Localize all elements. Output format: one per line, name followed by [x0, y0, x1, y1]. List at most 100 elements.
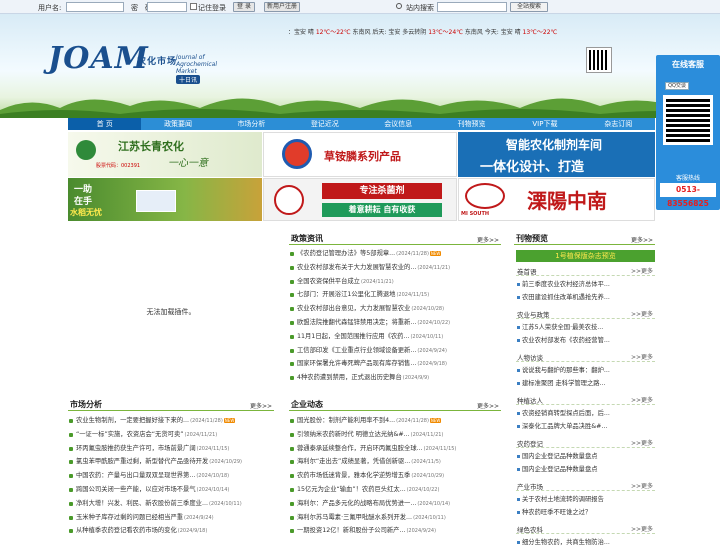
banner-rice[interactable]: 一助 在手 水稻无忧: [68, 178, 262, 221]
policy-item-title[interactable]: 农业农村部发布关于大力发展智慧农业的...: [297, 264, 416, 271]
preview-subsection-title[interactable]: 卷首语: [517, 266, 537, 276]
policy-item[interactable]: 欧盟法院推翻代森锰锌禁用决定；将重新...(2024/10/22): [289, 316, 501, 330]
nav-vip[interactable]: VIP下载: [508, 118, 581, 130]
market-item-title[interactable]: 氯虫苯甲酰胺严重过剩，新型替代产品亟待开发: [76, 458, 208, 465]
policy-item-title[interactable]: 七部门：开展浴江1公里化工腾退地: [297, 291, 395, 298]
enterprise-item-title[interactable]: 海利尔苏马霉素·三氟甲吡醚水系列开发...: [297, 514, 412, 521]
login-button[interactable]: 登 录: [233, 2, 255, 12]
enterprise-item[interactable]: 国光股份：制剂产能利用率不到4...(2024/11/28) NEW: [289, 414, 501, 428]
password-input[interactable]: [147, 2, 187, 12]
nav-home[interactable]: 首 页: [68, 118, 142, 130]
policy-item-title[interactable]: 11月1日起，全国范围推行应用《农药...: [297, 333, 409, 340]
enterprise-item-title[interactable]: 引领纳米农药新时代 明德立达光纳&#...: [297, 431, 410, 438]
preview-subsection-title[interactable]: 农药登记: [517, 438, 543, 448]
banner-glufosinate[interactable]: 草铵膦系列产品: [263, 132, 457, 177]
banner-zhongnan[interactable]: MI SOUTH 溧陽中南: [458, 178, 655, 221]
preview-subsection-more[interactable]: >>更多: [631, 438, 653, 447]
enterprise-item[interactable]: 15亿元为企业“输血”！农药巨头红太...(2024/10/22): [289, 483, 501, 497]
market-item-title[interactable]: 净利大增！兴发、利民、新农股份前三季度业...: [76, 500, 208, 507]
preview-item[interactable]: 关于农村土地流转的调研报告: [516, 493, 655, 506]
policy-item-title[interactable]: 工信部印发《工业重点行业领域设备更新...: [297, 347, 416, 354]
enterprise-item-title[interactable]: 蓉通泰承延续整合作，开启环丙氟虫胺全球...: [297, 445, 423, 452]
preview-subsection-title[interactable]: 人物访谈: [517, 352, 543, 362]
policy-item-title[interactable]: 欧盟法院推翻代森锰锌禁用决定；将重新...: [297, 319, 416, 326]
preview-item[interactable]: 农资经销商转型探点后面，后...: [516, 407, 655, 420]
enterprise-item[interactable]: 海利尔苏马霉素·三氟甲吡醚水系列开发...(2024/10/11): [289, 511, 501, 525]
magazine-banner[interactable]: 1号植保版杂志预览: [516, 250, 655, 262]
preview-item[interactable]: 农业农村部发布《农药经营管...: [516, 334, 655, 347]
preview-subsection-title[interactable]: 产业市场: [517, 481, 543, 491]
register-button[interactable]: 新用户注册: [264, 2, 300, 12]
enterprise-item-title[interactable]: 国光股份：制剂产能利用率不到4...: [297, 417, 395, 424]
search-button[interactable]: 全站搜索: [510, 2, 548, 12]
preview-item[interactable]: 深泰化工品牌大单品决胜&#...: [516, 420, 655, 433]
market-item-title[interactable]: 农业生物制剂，一定要把握好接下来的...: [76, 417, 189, 424]
preview-item[interactable]: 国内企业登记品种数量盘点: [516, 463, 655, 476]
market-item[interactable]: “一证一标”实施，农资店会“无货可卖”(2024/11/21): [68, 428, 274, 442]
market-item-title[interactable]: 跨国公司关闭一些产能，以应对市场不景气: [76, 486, 196, 493]
preview-item[interactable]: 细分生物农药，共商生物防治...: [516, 536, 655, 549]
preview-item[interactable]: 农田建设抓住改革机遇抢先养...: [516, 291, 655, 304]
market-item[interactable]: 跨国公司关闭一些产能，以应对市场不景气(2024/10/14): [68, 483, 274, 497]
banner-fungicide[interactable]: 专注杀菌剂 着意耕耘 自有收获: [263, 178, 457, 221]
preview-item[interactable]: 国内企业登记品种数量盘点: [516, 450, 655, 463]
preview-item[interactable]: 说说我与翻炉的那些事：翻炉...: [516, 364, 655, 377]
enterprise-item-title[interactable]: 海利尔“走出去”成绩显著，凭借创新驱...: [297, 458, 410, 465]
policy-item[interactable]: 国家环保署允许毒死蜱产品现有库存销售...(2024/9/18): [289, 357, 501, 371]
enterprise-item[interactable]: 一期投资12亿！新和股份子公司新产...(2024/9/24): [289, 524, 501, 538]
preview-item[interactable]: 种农药旺季不旺谁之过？: [516, 506, 655, 519]
policy-item-title[interactable]: 农业农村部出台意见，大力发展智慧农业: [297, 305, 410, 312]
enterprise-item-title[interactable]: 15亿元为企业“输血”！农药巨头红太...: [297, 486, 406, 493]
market-item-title[interactable]: 玉米种子库存过剩的问题已经相当严重: [76, 514, 183, 521]
enterprise-item[interactable]: 蓉通泰承延续整合作，开启环丙氟虫胺全球...(2024/11/15): [289, 442, 501, 456]
preview-item[interactable]: 建标准聚团 走科学管理之路...: [516, 377, 655, 390]
policy-item[interactable]: 农业农村部出台意见，大力发展智慧农业(2024/10/28): [289, 302, 501, 316]
site-logo[interactable]: JOAM: [48, 41, 149, 76]
preview-subsection-title[interactable]: 农业与政策: [517, 309, 550, 319]
preview-subsection-title[interactable]: 种植达人: [517, 395, 543, 405]
market-item-title[interactable]: 从种植季农药登记看农药市场的变化: [76, 527, 177, 534]
policy-item[interactable]: 《农药登记管理办法》等5部规章...(2024/11/28) NEW: [289, 247, 501, 261]
market-item-title[interactable]: 中国农药：产量与出口量双双呈现世界第...: [76, 472, 195, 479]
policy-item-title[interactable]: 全国农资保供平台成立: [297, 278, 360, 285]
market-item[interactable]: 玉米种子库存过剩的问题已经相当严重(2024/9/24): [68, 511, 274, 525]
market-item[interactable]: 从种植季农药登记看农药市场的变化(2024/9/18): [68, 524, 274, 538]
policy-item[interactable]: 4种农药遭到禁用，正式退出历史舞台(2024/9/9): [289, 371, 501, 385]
policy-more[interactable]: 更多>>: [477, 235, 499, 244]
nav-policy[interactable]: 政策要闻: [141, 118, 214, 130]
enterprise-item[interactable]: 农药市场低迷背景，雅本化学逆势增五季(2024/10/29): [289, 469, 501, 483]
qq-chat-button[interactable]: QQ交谈: [665, 82, 689, 90]
preview-item[interactable]: 江苏5人荣获全国·最美农技...: [516, 321, 655, 334]
nav-meetings[interactable]: 会议信息: [362, 118, 435, 130]
enterprise-item[interactable]: 海利尔“走出去”成绩显著，凭借创新驱...(2024/11/5): [289, 455, 501, 469]
market-item[interactable]: 中国农药：产量与出口量双双呈现世界第...(2024/10/18): [68, 469, 274, 483]
enterprise-more[interactable]: 更多>>: [477, 401, 499, 410]
preview-subsection-more[interactable]: >>更多: [631, 266, 653, 275]
banner-changqing[interactable]: 江苏长青农化 股票代码：002391 一心一意: [68, 132, 262, 177]
policy-item[interactable]: 七部门：开展浴江1公里化工腾退地(2024/11/15): [289, 288, 501, 302]
preview-subsection-more[interactable]: >>更多: [631, 352, 653, 361]
market-item-title[interactable]: 环丙氟虫胺推药获生产许可，市场前景广阔: [76, 445, 196, 452]
policy-item[interactable]: 农业农村部发布关于大力发展智慧农业的...(2024/11/21): [289, 261, 501, 275]
enterprise-item-title[interactable]: 海利尔：产品多元化的战略布局优势进一...: [297, 500, 416, 507]
preview-subsection-more[interactable]: >>更多: [631, 395, 653, 404]
policy-item-title[interactable]: 4种农药遭到禁用，正式退出历史舞台: [297, 374, 402, 381]
enterprise-item-title[interactable]: 一期投资12亿！新和股份子公司新产...: [297, 527, 405, 534]
market-item[interactable]: 农业生物制剂，一定要把握好接下来的...(2024/11/28) NEW: [68, 414, 274, 428]
nav-registration[interactable]: 登记近况: [288, 118, 361, 130]
market-item-title[interactable]: “一证一标”实施，农资店会“无货可卖”: [76, 431, 184, 438]
remember-checkbox[interactable]: [190, 3, 197, 10]
username-input[interactable]: [66, 2, 124, 12]
preview-more[interactable]: 更多>>: [631, 235, 653, 244]
policy-item[interactable]: 11月1日起，全国范围推行应用《农药...(2024/10/11): [289, 330, 501, 344]
preview-item[interactable]: 前三季度农业农村经济总体平...: [516, 278, 655, 291]
policy-item-title[interactable]: 《农药登记管理办法》等5部规章...: [297, 250, 395, 257]
banner-smart-workshop[interactable]: 智能农化制剂车间 一体化设计、打造: [458, 132, 655, 177]
search-input[interactable]: [437, 2, 507, 12]
enterprise-item-title[interactable]: 农药市场低迷背景，雅本化学逆势增五季: [297, 472, 410, 479]
nav-preview[interactable]: 刊物预览: [435, 118, 508, 130]
preview-subsection-more[interactable]: >>更多: [631, 309, 653, 318]
nav-market[interactable]: 市场分析: [215, 118, 288, 130]
preview-subsection-more[interactable]: >>更多: [631, 481, 653, 490]
enterprise-item[interactable]: 海利尔：产品多元化的战略布局优势进一...(2024/10/14): [289, 497, 501, 511]
